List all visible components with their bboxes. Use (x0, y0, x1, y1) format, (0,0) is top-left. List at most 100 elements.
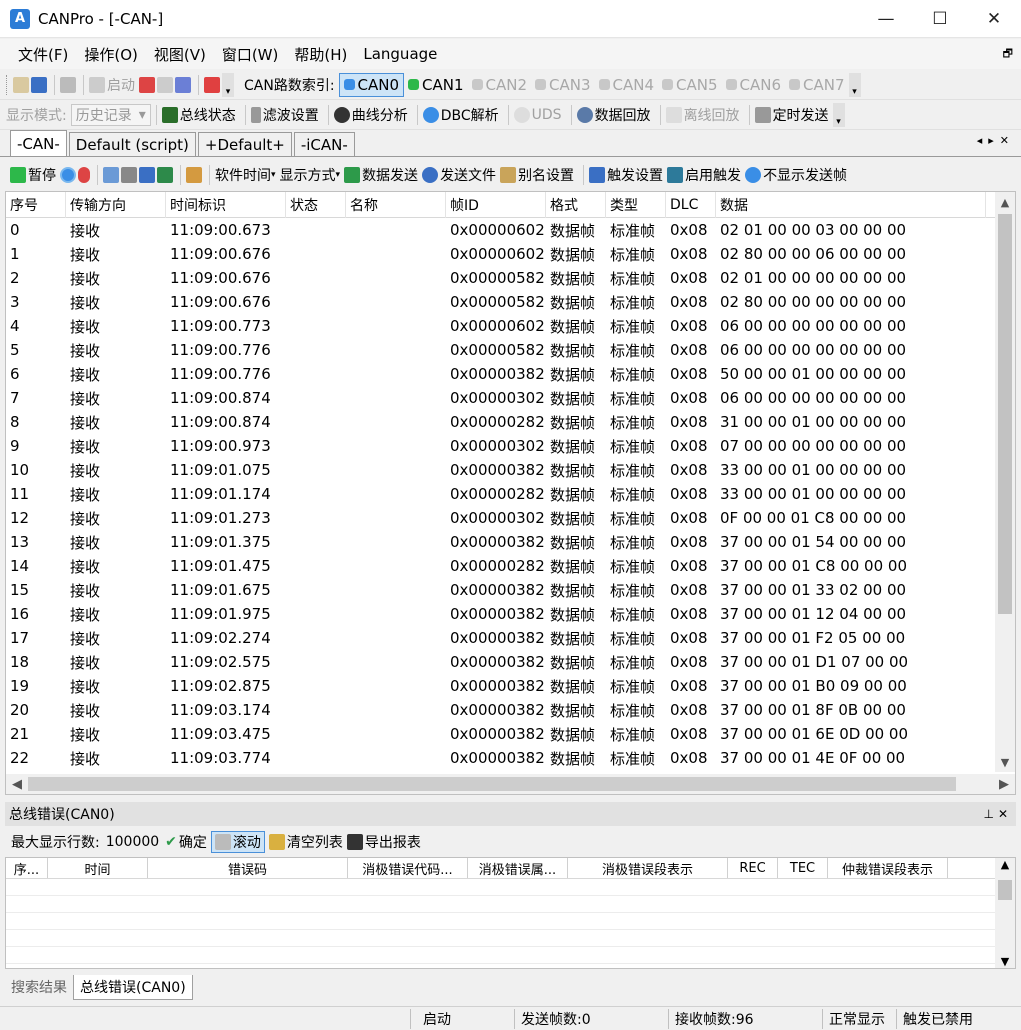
dbc-button[interactable]: DBC解析 (422, 105, 499, 125)
column-header[interactable]: 类型 (606, 192, 666, 218)
table-row[interactable]: 19 接收 11:09:02.875 0x00000382 数据帧 标准帧 0x08 37 0… (6, 674, 996, 698)
pause-button[interactable]: 暂停 (10, 165, 56, 185)
error-column-header[interactable]: TEC (778, 858, 828, 878)
stop-icon[interactable] (139, 76, 155, 93)
package-icon[interactable] (186, 167, 202, 183)
start-button[interactable]: 启动 (89, 75, 135, 95)
curve-button[interactable]: 曲线分析 (333, 105, 408, 125)
channel-button-can1[interactable]: CAN1 (404, 73, 468, 97)
copy-rows-icon[interactable] (103, 167, 119, 183)
error-column-header[interactable]: 时间 (48, 858, 148, 878)
chevron-down-icon[interactable]: ▼ (995, 955, 1015, 968)
error-column-header[interactable]: 消极错误代码... (348, 858, 468, 878)
table-row[interactable]: 15 接收 11:09:01.675 0x00000382 数据帧 标准帧 0x08 37 0… (6, 578, 996, 602)
error-column-header[interactable]: REC (728, 858, 778, 878)
scroll-thumb[interactable] (998, 214, 1012, 614)
copy-icon[interactable] (175, 76, 191, 93)
column-header[interactable]: 帧ID (446, 192, 546, 218)
device-icon[interactable] (60, 76, 76, 93)
send-file-button[interactable]: 发送文件 (422, 165, 496, 185)
record-icon[interactable] (78, 167, 90, 183)
alias-button[interactable]: 别名设置 (500, 165, 574, 185)
error-grid-scrollbar[interactable]: ▲ ▼ (995, 858, 1015, 968)
table-row[interactable]: 20 接收 11:09:03.174 0x00000382 数据帧 标准帧 0x08 37 0… (6, 698, 996, 722)
table-row[interactable]: 9 接收 11:09:00.973 0x00000302 数据帧 标准帧 0x08 07 00… (6, 434, 996, 458)
column-header[interactable]: 序号 (6, 192, 66, 218)
chevron-left-icon[interactable]: ◀ (12, 777, 22, 792)
channel-button-can7[interactable]: CAN7 (785, 73, 849, 97)
table-row[interactable]: 18 接收 11:09:02.575 0x00000382 数据帧 标准帧 0x08 37 0… (6, 650, 996, 674)
bus-status-button[interactable]: 总线状态 (161, 105, 236, 125)
table-row[interactable]: 6 接收 11:09:00.776 0x00000382 数据帧 标准帧 0x08 50 00… (6, 362, 996, 386)
chevron-up-icon[interactable]: ▲ (995, 858, 1015, 878)
column-header[interactable]: 传输方向 (66, 192, 166, 218)
hide-sent-button[interactable]: 不显示发送帧 (745, 165, 847, 185)
error-column-header[interactable]: 错误码 (148, 858, 348, 878)
error-column-header[interactable]: 序... (6, 858, 48, 878)
save-list-icon[interactable] (139, 167, 155, 183)
error-column-header[interactable]: 仲裁错误段表示 (828, 858, 948, 878)
table-row[interactable]: 4 接收 11:09:00.773 0x00000602 数据帧 标准帧 0x08 06 00… (6, 314, 996, 338)
message-grid[interactable]: 序号 传输方向 时间标识 状态 名称 帧ID 格式 类型 DLC 数据 0 接收 11:09:00.6… (5, 191, 1016, 795)
display-way-dropdown[interactable]: 显示方式 ▾ (280, 165, 341, 185)
find-icon[interactable] (121, 167, 137, 183)
tab-can[interactable]: -CAN- (10, 130, 67, 156)
channel-overflow-icon[interactable]: ▾ (848, 72, 861, 97)
display-mode-select[interactable]: 历史记录 ▾ (70, 103, 151, 126)
tab-default-plus[interactable]: +Default+ (197, 132, 292, 156)
trigger-settings-button[interactable]: 触发设置 (589, 165, 663, 185)
error-column-header[interactable]: 消极错误段表示 (568, 858, 728, 878)
menu-operate[interactable]: 操作(O) (84, 44, 138, 65)
channel-button-can0[interactable]: CAN0 (338, 72, 405, 97)
menu-help[interactable]: 帮助(H) (294, 44, 347, 65)
table-row[interactable]: 16 接收 11:09:01.975 0x00000382 数据帧 标准帧 0x08 37 0… (6, 602, 996, 626)
maximize-button[interactable]: ☐ (913, 0, 967, 38)
table-row[interactable]: 7 接收 11:09:00.874 0x00000302 数据帧 标准帧 0x08 06 00… (6, 386, 996, 410)
channel-button-can5[interactable]: CAN5 (658, 73, 722, 97)
error-grid[interactable]: 序... 时间 错误码 消极错误代码... 消极错误属... 消极错误段表示 REC TEC 仲… (5, 857, 1016, 969)
channel-button-can6[interactable]: CAN6 (722, 73, 786, 97)
toolbar-overflow-icon[interactable]: ▾ (222, 72, 234, 97)
table-row[interactable]: 3 接收 11:09:00.676 0x00000582 数据帧 标准帧 0x08 02 80… (6, 290, 996, 314)
column-header[interactable]: 数据 (716, 192, 986, 218)
grid-vertical-scrollbar[interactable]: ▲ ▼ (995, 192, 1015, 772)
data-send-button[interactable]: 数据发送 (344, 165, 418, 185)
grid-horizontal-scrollbar[interactable]: ◀ ▶ (6, 774, 1015, 794)
chevron-right-icon[interactable]: ▶ (999, 777, 1009, 792)
restore-mdi-icon[interactable]: 🗗 (1003, 45, 1013, 64)
tab-bus-error[interactable]: 总线错误(CAN0) (73, 975, 193, 1000)
menu-language[interactable]: Language (363, 45, 437, 63)
table-row[interactable]: 17 接收 11:09:02.274 0x00000382 数据帧 标准帧 0x08 37 0… (6, 626, 996, 650)
column-header[interactable]: DLC (666, 192, 716, 218)
save-icon[interactable] (31, 76, 47, 93)
uds-button[interactable]: UDS (513, 106, 562, 123)
table-row[interactable]: 22 接收 11:09:03.774 0x00000382 数据帧 标准帧 0x08 37 0… (6, 746, 996, 770)
software-time-dropdown[interactable]: 软件时间 ▾ (215, 165, 276, 185)
table-row[interactable]: 2 接收 11:09:00.676 0x00000582 数据帧 标准帧 0x08 02 01… (6, 266, 996, 290)
scroll-toggle-button[interactable]: 滚动 (210, 831, 265, 853)
menu-view[interactable]: 视图(V) (154, 44, 206, 65)
table-row[interactable]: 12 接收 11:09:01.273 0x00000302 数据帧 标准帧 0x08 0F 0… (6, 506, 996, 530)
menu-window[interactable]: 窗口(W) (222, 44, 279, 65)
table-row[interactable]: 10 接收 11:09:01.075 0x00000382 数据帧 标准帧 0x08 33 0… (6, 458, 996, 482)
open-icon[interactable] (13, 76, 29, 93)
column-header[interactable]: 时间标识 (166, 192, 286, 218)
table-row[interactable]: 13 接收 11:09:01.375 0x00000382 数据帧 标准帧 0x08 37 0… (6, 530, 996, 554)
confirm-button[interactable]: ✔ 确定 (165, 832, 207, 852)
enable-trigger-button[interactable]: 启用触发 (667, 165, 741, 185)
table-row[interactable]: 5 接收 11:09:00.776 0x00000582 数据帧 标准帧 0x08 06 00… (6, 338, 996, 362)
table-row[interactable]: 8 接收 11:09:00.874 0x00000282 数据帧 标准帧 0x08 31 00… (6, 410, 996, 434)
filter-button[interactable]: 滤波设置 (250, 105, 319, 125)
table-row[interactable]: 14 接收 11:09:01.475 0x00000282 数据帧 标准帧 0x08 37 0… (6, 554, 996, 578)
minimize-button[interactable]: — (859, 0, 913, 38)
refresh-icon[interactable] (60, 167, 76, 183)
scroll-thumb[interactable] (998, 880, 1012, 900)
error-column-header[interactable]: 消极错误属... (468, 858, 568, 878)
tab-scroll-icon[interactable]: ◂▸✕ (977, 134, 1015, 147)
clear-icon[interactable] (204, 76, 220, 93)
chevron-up-icon[interactable]: ▲ (995, 192, 1015, 212)
panel-pin-close-icon[interactable]: ⊥✕ (983, 807, 1012, 821)
column-header[interactable]: 状态 (286, 192, 346, 218)
offline-replay-button[interactable]: 离线回放 (665, 105, 740, 125)
export-report-button[interactable]: 导出报表 (346, 832, 421, 852)
